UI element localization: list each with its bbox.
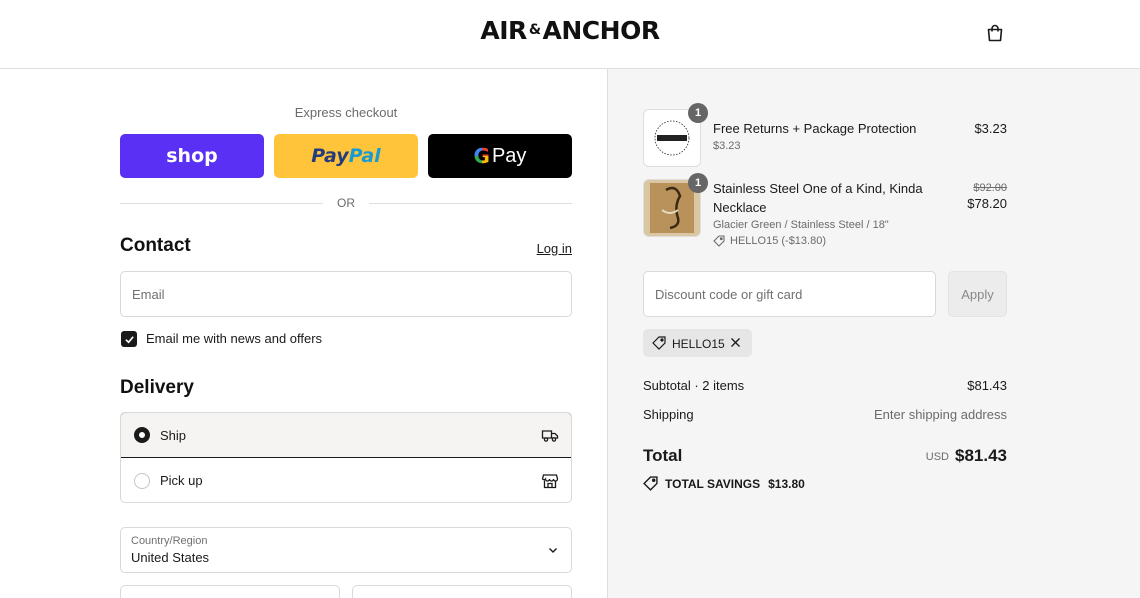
google-pay-button[interactable]: G Pay [428,134,572,178]
or-label: OR [337,196,355,210]
cart-line-item: 1 Free Returns + Package Protection $3.2… [643,103,1007,167]
country-select[interactable]: Country/Region United States [120,527,572,573]
apply-discount-button[interactable]: Apply [948,271,1007,317]
divider-line [120,202,323,204]
total-savings: TOTAL SAVINGS $13.80 [643,476,805,491]
paypal-label-pal: Pal [348,145,381,167]
discount-placeholder: Discount code or gift card [655,287,803,302]
newsletter-checkbox[interactable] [121,331,137,347]
checkout-form: Express checkout shop Pay Pal G Pay OR Con… [0,69,607,598]
ship-radio[interactable] [134,427,150,443]
store-logo[interactable]: AIR &ANCHOR [0,16,1140,45]
item-subtitle: $3.23 [713,140,741,152]
original-price: $92.00 [973,182,1007,194]
item-discount: HELLO15 (-$13.80) [713,235,826,247]
discounted-price: $78.20 [967,196,1007,211]
product-thumbnail: 1 [643,103,708,167]
pickup-label: Pick up [160,473,203,488]
quantity-badge: 1 [688,103,708,123]
quantity-badge: 1 [688,173,708,193]
logo-text-anchor: ANCHOR [542,16,661,45]
total-label: Total [643,446,683,465]
total-amount-block: USD $81.43 [926,446,1007,466]
applied-discount-chip: HELLO15 [643,329,752,357]
cart-line-item: 1 Stainless Steel One of a Kind, Kinda N… [643,173,1007,251]
first-name-field[interactable] [120,585,340,598]
contact-heading: Contact [120,235,191,256]
shopping-bag-icon[interactable] [985,23,1005,43]
delivery-method-group: Ship Pick up [120,412,572,503]
email-field[interactable]: Email [120,271,572,317]
item-price-block: $92.00 $78.20 [967,182,1007,211]
divider-line [369,202,572,204]
store-icon [541,473,559,488]
subtotal-value: $81.43 [967,378,1007,393]
shipping-row: Shipping Enter shipping address [643,407,1007,422]
item-variant: Glacier Green / Stainless Steel / 18" [713,219,889,231]
subtotal-row: Subtotal · 2 items $81.43 [643,378,1007,393]
applied-code-label: HELLO15 [672,337,725,351]
country-value: United States [131,550,210,565]
logo-text-air: AIR [480,16,527,45]
shipping-value: Enter shipping address [874,407,1007,422]
savings-value: $13.80 [768,476,805,491]
item-title: Stainless Steel One of a Kind, Kinda Nec… [713,181,923,215]
total-row: Total USD $81.43 [643,446,1007,470]
item-price: $3.23 [974,121,1007,136]
savings-tag-icon [643,476,658,491]
delivery-heading: Delivery [120,377,194,398]
newsletter-label: Email me with news and offers [146,331,323,346]
express-checkout-label: Express checkout [294,105,398,120]
paypal-label-pay: Pay [311,145,349,167]
pickup-radio[interactable] [134,472,150,489]
item-title: Free Returns + Package Protection [713,121,917,136]
delivery-option-pickup[interactable]: Pick up [121,458,571,502]
login-link[interactable]: Log in [520,241,572,256]
shop-pay-label: shop [166,145,218,167]
remove-code-icon[interactable] [729,336,742,349]
subtotal-label: Subtotal · 2 items [643,378,745,393]
email-placeholder: Email [132,287,165,302]
shop-pay-button[interactable]: shop [120,134,264,178]
paypal-button[interactable]: Pay Pal [274,134,418,178]
order-summary: 1 Free Returns + Package Protection $3.2… [607,69,1140,598]
product-thumbnail: 1 [643,173,708,237]
total-value: $81.43 [955,446,1007,465]
site-header: AIR &ANCHOR [0,0,1140,69]
shipping-label: Shipping [643,407,694,422]
savings-label: TOTAL SAVINGS [665,476,761,491]
checkmark-icon [124,335,134,343]
tag-icon [713,235,725,247]
chevron-down-icon [549,548,557,553]
item-discount-label: HELLO15 (-$13.80) [730,235,826,247]
country-field-label: Country/Region [131,535,208,547]
currency-code: USD [925,451,949,463]
delivery-option-ship[interactable]: Ship [121,413,571,458]
ship-label: Ship [160,427,187,443]
logo-ampersand: & [528,22,541,38]
last-name-field[interactable] [352,585,572,598]
google-pay-label: Pay [491,144,527,167]
google-g-icon: G [473,144,490,168]
tag-icon [652,336,666,350]
or-divider: OR [120,194,572,212]
discount-code-input[interactable]: Discount code or gift card [643,271,936,317]
truck-icon [541,430,559,442]
